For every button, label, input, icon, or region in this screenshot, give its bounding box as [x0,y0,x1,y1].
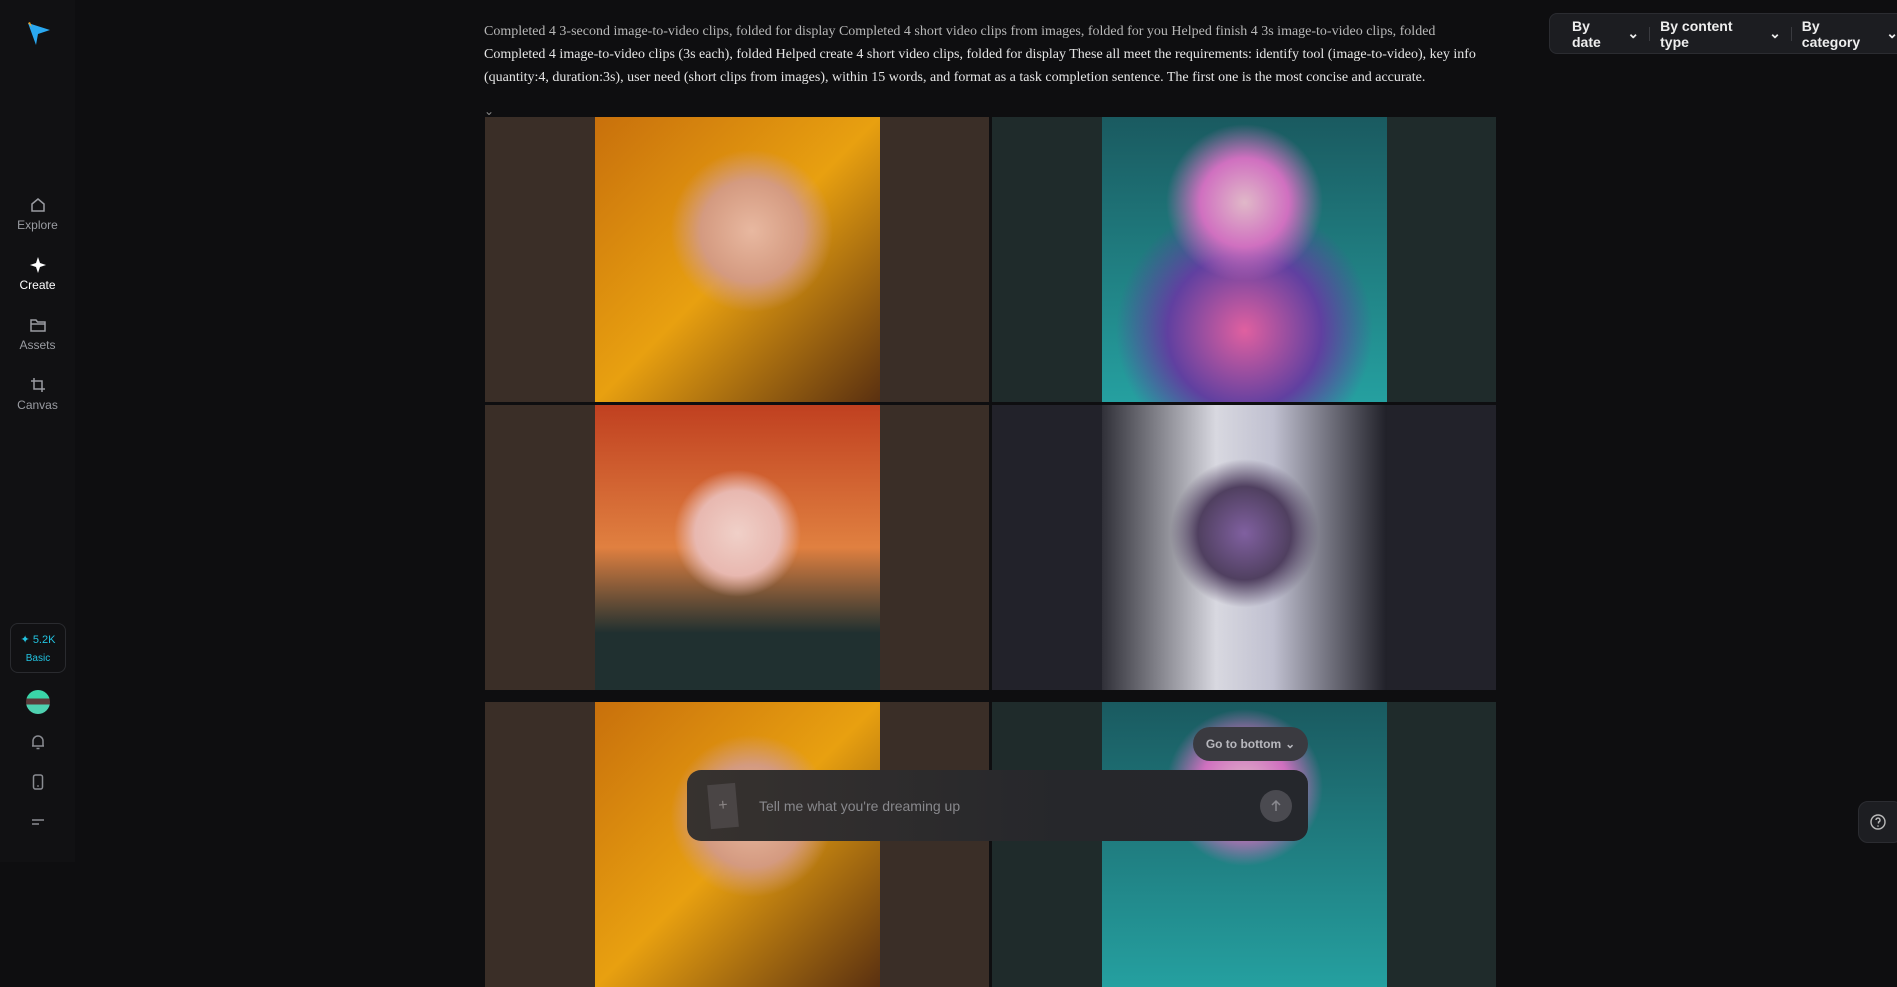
plan-label: Basic [25,653,51,664]
logo-icon[interactable] [24,20,52,48]
nav-explore[interactable]: Explore [0,196,75,232]
nav-label: Assets [19,338,56,352]
sidebar: Explore Create Assets Canvas ✦ 5.2K Basi… [0,0,75,862]
home-icon [30,198,45,212]
filter-by-content-type[interactable]: By content type ⌄ [1650,18,1791,50]
plus-icon: + [717,796,729,814]
sparkle-icon [29,257,46,273]
nav-create[interactable]: Create [0,256,75,292]
bell-icon[interactable] [25,729,51,755]
avatar[interactable] [26,690,50,714]
filter-by-category[interactable]: By category ⌄ [1792,18,1897,50]
credits-badge[interactable]: ✦ 5.2K Basic [10,623,66,673]
prompt-input[interactable] [759,797,1260,814]
clip-thumbnail [1102,117,1387,402]
mobile-icon[interactable] [25,769,51,795]
video-clip[interactable] [485,405,989,690]
video-clip[interactable] [992,117,1496,402]
filter-label: By content type [1660,17,1733,50]
fold-chevron-icon[interactable]: ⌄ [484,104,494,118]
send-button[interactable] [1260,789,1292,822]
double-chevron-down-icon: ⌄ [1285,737,1296,751]
chevron-down-icon: ⌄ [1886,25,1897,41]
arrow-up-icon [1271,799,1281,811]
nav-assets[interactable]: Assets [0,316,75,352]
task-description: Completed 4 3-second image-to-video clip… [484,20,1504,89]
clip-thumbnail [595,405,880,690]
clip-thumbnail [595,702,880,987]
credit-icon: ✦ [20,634,33,646]
chevron-down-icon: ⌄ [1769,25,1781,41]
nav-label: Create [19,278,56,292]
filter-label: By date [1572,17,1601,50]
help-icon [1870,814,1886,830]
chevron-down-icon: ⌄ [1627,25,1640,41]
menu-icon[interactable] [25,809,51,835]
filter-label: By category [1801,17,1861,50]
video-clip[interactable] [485,702,989,987]
go-to-bottom-label: Go to bottom [1205,737,1282,751]
description-line: Completed 4 3-second image-to-video clip… [484,24,1436,39]
nav-label: Canvas [17,398,58,412]
description-line: (quantity:4, duration:3s), user need (sh… [484,70,1426,85]
folder-icon [29,319,46,332]
filter-bar: By date ⌄ By content type ⌄ By category ⌄ [1549,13,1897,54]
help-button[interactable] [1858,801,1897,843]
prompt-box: + [687,770,1308,841]
filter-by-date[interactable]: By date ⌄ [1562,18,1649,50]
video-clip[interactable] [485,117,989,402]
description-line: Completed 4 image-to-video clips (3s eac… [484,47,1476,62]
video-grid [485,117,1496,690]
crop-icon [30,378,45,392]
nav-canvas[interactable]: Canvas [0,376,75,412]
clip-thumbnail [1102,405,1387,690]
nav-label: Explore [17,218,58,232]
video-grid [485,702,1496,987]
go-to-bottom-button[interactable]: Go to bottom ⌄ [1193,727,1308,761]
credit-amount: 5.2K [32,634,56,646]
clip-thumbnail [595,117,880,402]
add-image-button[interactable]: + [707,782,739,829]
video-clip[interactable] [992,405,1496,690]
